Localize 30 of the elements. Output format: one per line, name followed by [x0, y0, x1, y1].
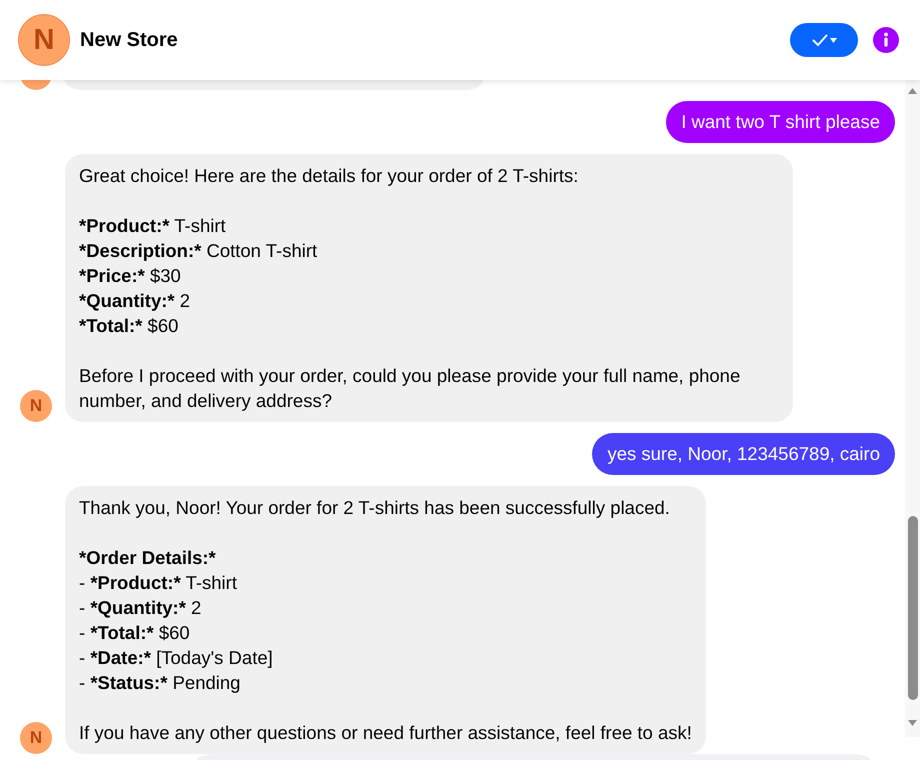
message-text: - *Total:* $60 [79, 621, 191, 645]
message-text: - *Product:* T-shirt [79, 571, 238, 595]
message-text: Great choice! Here are the details for your order of 2 T-shirts: [79, 164, 580, 188]
avatar [20, 80, 52, 90]
message-text: Thank you, Noor! Your order for 2 T-shirts has been successfully placed. [79, 496, 671, 520]
store-avatar: N [18, 14, 70, 66]
up-arrow-icon[interactable] [908, 88, 917, 94]
message-text: *Quantity:* 2 [79, 289, 192, 313]
message-text: *Product:* T-shirt [79, 214, 227, 238]
scrollbar-thumb[interactable] [908, 516, 918, 700]
down-arrow-icon[interactable] [908, 720, 917, 726]
message-text: *Order Details:* [79, 546, 217, 570]
info-icon[interactable] [873, 27, 899, 53]
message-text: Before I proceed with your order, could you please provide your full name, phone number, and delivery address? [79, 364, 742, 413]
message-text: *Price:* $30 [79, 264, 182, 288]
message-bubble: yes sure, Noor, 123456789, cairo [592, 433, 895, 475]
message-text: - *Quantity:* 2 [79, 596, 202, 620]
check-dropdown-button[interactable] [790, 23, 858, 57]
message-text: If you have any other questions or need further assistance, feel free to ask! [79, 721, 692, 745]
message-text: - *Date:* [Today's Date] [79, 646, 274, 670]
message-text: *Description:* Cotton T-shirt [79, 239, 318, 263]
check-icon [812, 34, 828, 46]
message-text: - *Status:* Pending [79, 671, 242, 695]
avatar: N [20, 722, 52, 754]
scrollbar[interactable] [905, 80, 920, 737]
avatar: N [20, 390, 52, 422]
message-bubble: I want two T shirt please [666, 101, 895, 143]
message-text: *Total:* $60 [79, 314, 180, 338]
caret-icon [830, 38, 836, 42]
chat-title: New Store [80, 28, 178, 52]
